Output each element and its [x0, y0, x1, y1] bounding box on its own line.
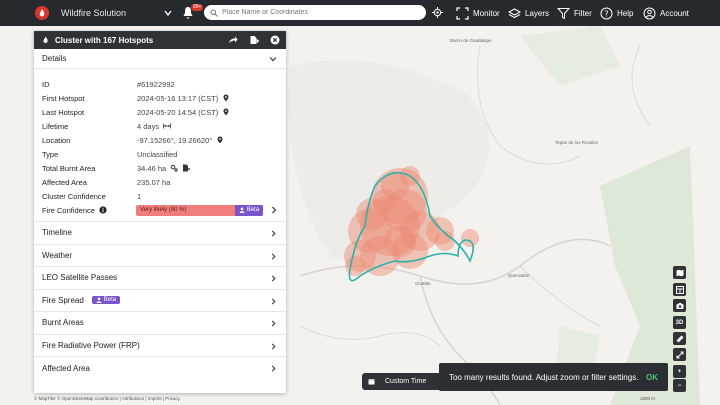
- panel-header: Cluster with 167 Hotspots: [34, 31, 286, 49]
- flame-icon: [43, 36, 48, 43]
- detail-row-cluster-confidence: Cluster Confidence 1: [42, 191, 142, 201]
- toast-ok-button[interactable]: OK: [646, 373, 658, 382]
- export-icon[interactable]: [249, 35, 259, 45]
- nav-help-label: Help: [617, 8, 634, 18]
- custom-time-button[interactable]: Custom Time: [362, 373, 442, 390]
- section-affected-area[interactable]: Affected Area: [34, 357, 286, 380]
- detail-row-location: Location -97.15266°, 19.26620°: [42, 133, 278, 147]
- chevron-right-icon: [271, 230, 276, 237]
- camera-icon: [676, 302, 683, 309]
- nav-monitor[interactable]: Monitor: [456, 0, 500, 26]
- place-label-quimixtlan: Quimixtlán: [508, 273, 530, 278]
- map-pin-icon[interactable]: [222, 94, 230, 102]
- map-pin-icon[interactable]: [222, 108, 230, 116]
- svg-text:?: ?: [604, 9, 608, 18]
- search-box[interactable]: [204, 5, 426, 20]
- flame-logo-icon: [39, 9, 45, 17]
- info-icon[interactable]: [99, 206, 107, 214]
- settings-cogs-icon[interactable]: [170, 164, 178, 172]
- notification-badge: 99+: [191, 4, 204, 11]
- detail-row-fire-confidence[interactable]: Fire Confidence Very likely (90 %) Beta: [42, 203, 278, 217]
- nav-help[interactable]: ? Help: [600, 0, 633, 26]
- section-weather[interactable]: Weather: [34, 245, 286, 267]
- detail-row-burnt-area: Total Burnt Area 34.46 ha: [42, 161, 278, 175]
- chevron-down-icon[interactable]: [163, 8, 173, 18]
- nav-filter-label: Filter: [574, 8, 592, 18]
- detail-row-last-hotspot: Last Hotspot 2024-05-20 14:54 (CST): [42, 105, 278, 119]
- expand-icon: [676, 351, 683, 358]
- place-label-guadalupe: Barrio de Guadalupe: [450, 38, 492, 43]
- layers-icon: [508, 7, 521, 18]
- nav-account-label: Account: [660, 8, 689, 18]
- map-pin-icon[interactable]: [216, 136, 224, 144]
- chevron-down-icon: [269, 57, 277, 62]
- section-fire-radiative-power[interactable]: Fire Radiative Power (FRP): [34, 335, 286, 357]
- place-label-ocotlan: Ocotlán: [415, 281, 431, 286]
- place-label-tepan: Tepan de los Rosales: [555, 140, 599, 145]
- help-icon: ?: [600, 7, 613, 19]
- panel-title: Cluster with 167 Hotspots: [55, 35, 154, 45]
- calendar-icon: [368, 379, 375, 385]
- top-bar: Wildfire Solution 99+ Monitor Layers Fil…: [0, 0, 720, 26]
- export-icon[interactable]: [182, 164, 191, 172]
- details-section-toggle[interactable]: Details: [34, 49, 286, 69]
- share-icon[interactable]: [228, 35, 238, 45]
- grid-icon: [675, 285, 684, 294]
- section-leo-satellite-passes[interactable]: LEO Satellite Passes: [34, 267, 286, 290]
- beta-badge: Beta: [234, 204, 264, 216]
- app-logo[interactable]: [35, 6, 49, 20]
- nav-account[interactable]: Account: [643, 0, 689, 26]
- fire-confidence-bar: Very likely (90 %) Beta: [136, 204, 264, 216]
- chevron-right-icon: [271, 253, 276, 259]
- chevron-right-icon: [271, 343, 276, 349]
- close-icon[interactable]: [270, 35, 280, 45]
- details-title: Details: [42, 54, 67, 63]
- fullscreen-button[interactable]: [673, 348, 686, 361]
- section-burnt-areas[interactable]: Burnt Areas: [34, 312, 286, 335]
- app-title: Wildfire Solution: [61, 8, 127, 18]
- detail-row-affected-area: Affected Area 235.07 ha: [42, 177, 171, 187]
- ruler-icon: [676, 335, 683, 342]
- map-icon: [676, 269, 683, 276]
- detail-row-lifetime: Lifetime 4 days: [42, 119, 278, 133]
- map-attribution[interactable]: © MapTiler © OpenStreetMap contributors …: [34, 396, 180, 401]
- filter-icon: [557, 7, 570, 19]
- chevron-right-icon: [271, 275, 276, 282]
- zoom-in-button[interactable]: +: [673, 365, 686, 378]
- map-style-button[interactable]: [673, 266, 686, 279]
- section-timeline[interactable]: Timeline: [34, 222, 286, 245]
- nav-monitor-label: Monitor: [473, 8, 500, 18]
- nav-layers-label: Layers: [525, 8, 550, 18]
- custom-time-label: Custom Time: [385, 378, 427, 385]
- detail-row-id: ID #61922992: [42, 79, 175, 89]
- beta-badge: Beta: [91, 296, 121, 305]
- section-fire-spread[interactable]: Fire Spread Beta: [34, 290, 286, 312]
- cluster-panel: Cluster with 167 Hotspots Details ID #61…: [34, 31, 286, 393]
- details-body: ID #61922992 First Hotspot 2024-05-16 13…: [34, 69, 286, 222]
- screenshot-button[interactable]: [673, 299, 686, 312]
- detail-row-type: Type Unclassified: [42, 149, 178, 159]
- search-icon: [210, 9, 218, 17]
- user-icon: [96, 297, 102, 304]
- account-icon: [643, 7, 656, 19]
- user-icon: [239, 207, 245, 213]
- nav-layers[interactable]: Layers: [508, 0, 549, 26]
- chevron-right-icon: [271, 365, 276, 372]
- zoom-out-button[interactable]: −: [673, 379, 686, 392]
- chevron-right-icon: [271, 320, 276, 327]
- detail-row-first-hotspot: First Hotspot 2024-05-16 13:17 (CST): [42, 91, 278, 105]
- grid-button[interactable]: [673, 283, 686, 296]
- search-input[interactable]: [222, 9, 422, 16]
- chevron-right-icon: [271, 298, 276, 304]
- chevron-right-icon[interactable]: [270, 206, 278, 214]
- toast-message: Too many results found. Adjust zoom or f…: [449, 372, 639, 382]
- width-arrows-icon[interactable]: [163, 122, 172, 130]
- three-d-button[interactable]: 3D: [673, 316, 686, 329]
- crosshair-icon[interactable]: [432, 7, 443, 18]
- notification-toast: Too many results found. Adjust zoom or f…: [439, 363, 668, 391]
- nav-filter[interactable]: Filter: [557, 0, 592, 26]
- measure-button[interactable]: [673, 332, 686, 345]
- map-scale: 1500 m: [640, 396, 656, 401]
- monitor-frame-icon: [456, 6, 469, 20]
